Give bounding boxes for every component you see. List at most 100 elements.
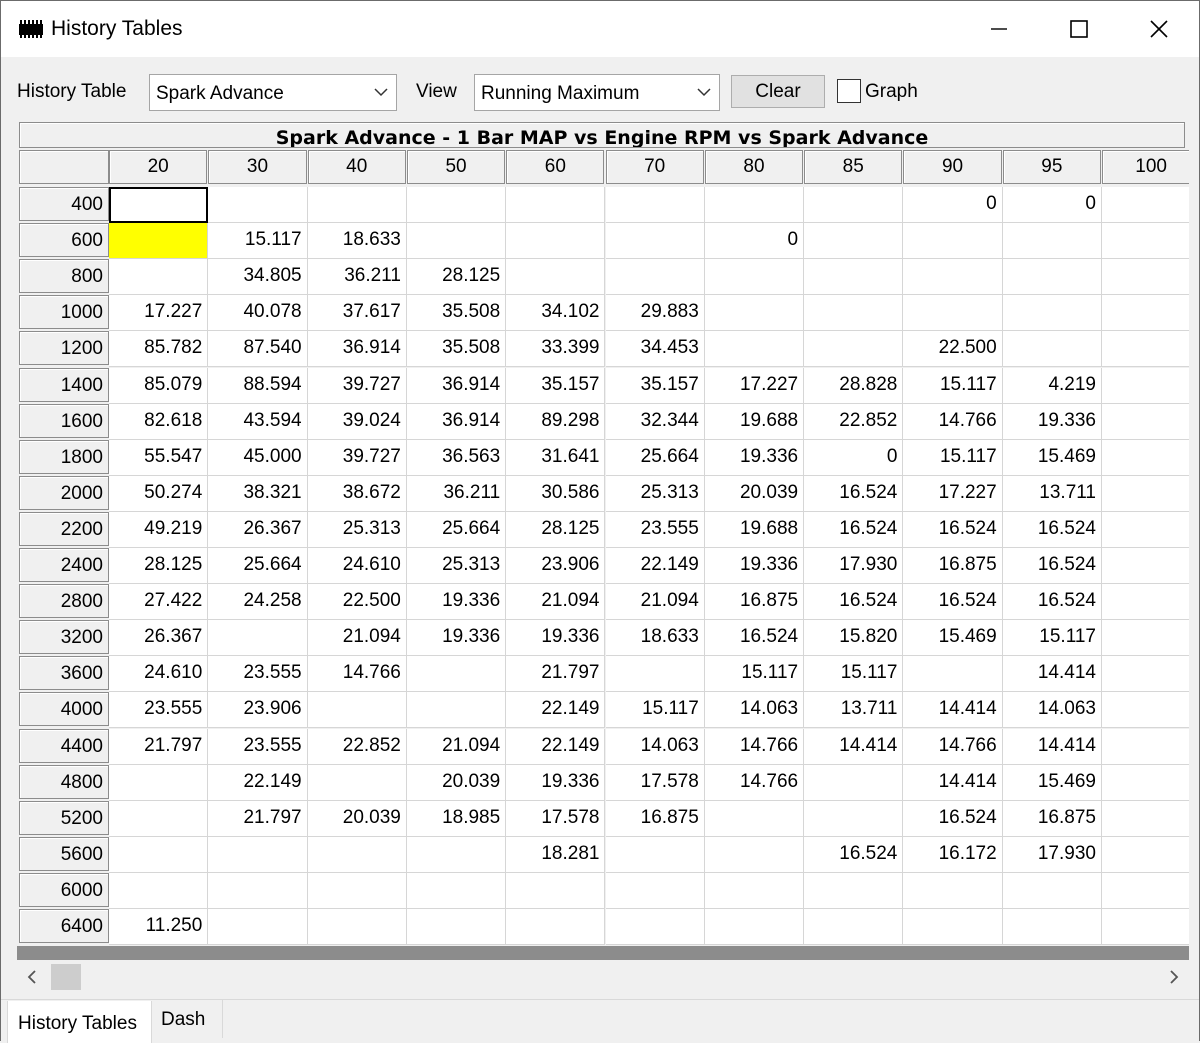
table-cell[interactable]: 15.117	[1002, 620, 1102, 657]
table-cell[interactable]	[208, 872, 308, 909]
table-cell[interactable]: 16.524	[903, 584, 1003, 621]
table-cell[interactable]: 22.852	[307, 728, 407, 765]
table-cell[interactable]: 17.578	[605, 764, 705, 801]
table-cell[interactable]: 20.039	[406, 764, 507, 801]
table-cell[interactable]: 0	[1002, 187, 1102, 224]
table-cell[interactable]: 16.524	[704, 620, 805, 657]
table-cell[interactable]: 35.157	[506, 367, 606, 404]
table-cell[interactable]: 16.524	[903, 800, 1003, 837]
table-cell[interactable]: 31.641	[506, 439, 606, 476]
table-cell[interactable]: 19.336	[704, 548, 805, 585]
table-cell[interactable]: 26.367	[208, 511, 308, 548]
table-cell[interactable]: 16.875	[605, 800, 705, 837]
scroll-thumb[interactable]	[51, 964, 81, 990]
chevron-left-icon[interactable]	[25, 970, 39, 984]
table-cell[interactable]: 50.274	[109, 475, 209, 512]
table-cell[interactable]	[1102, 511, 1189, 548]
table-cell[interactable]: 16.524	[804, 511, 904, 548]
table-cell[interactable]: 14.063	[605, 728, 705, 765]
table-cell[interactable]: 14.766	[704, 764, 805, 801]
table-cell[interactable]	[804, 259, 904, 296]
table-cell[interactable]	[704, 872, 805, 909]
table-cell[interactable]	[1002, 295, 1102, 332]
table-cell[interactable]: 25.313	[406, 548, 507, 585]
table-cell[interactable]	[506, 872, 606, 909]
table-cell[interactable]	[109, 872, 209, 909]
table-cell[interactable]	[109, 764, 209, 801]
table-cell[interactable]: 19.688	[704, 403, 805, 440]
table-cell[interactable]	[1102, 584, 1189, 621]
table-cell[interactable]: 11.250	[109, 909, 209, 946]
table-cell[interactable]: 17.930	[1002, 836, 1102, 873]
horizontal-scrollbar[interactable]	[17, 962, 1189, 992]
table-cell[interactable]: 28.125	[506, 511, 606, 548]
table-cell[interactable]: 55.547	[109, 439, 209, 476]
table-cell[interactable]: 36.914	[406, 403, 507, 440]
table-cell[interactable]: 16.524	[1002, 584, 1102, 621]
table-cell[interactable]	[1102, 331, 1189, 368]
table-cell[interactable]	[903, 223, 1003, 260]
table-cell[interactable]: 40.078	[208, 295, 308, 332]
table-cell[interactable]	[406, 872, 507, 909]
table-cell[interactable]	[307, 909, 407, 946]
table-cell[interactable]: 14.766	[704, 728, 805, 765]
table-cell[interactable]	[208, 909, 308, 946]
table-cell[interactable]	[804, 331, 904, 368]
table-cell[interactable]: 25.664	[406, 511, 507, 548]
table-cell[interactable]	[1102, 295, 1189, 332]
close-button[interactable]	[1119, 1, 1199, 57]
table-cell[interactable]: 36.211	[406, 475, 507, 512]
table-cell[interactable]: 15.469	[1002, 439, 1102, 476]
table-cell[interactable]: 18.985	[406, 800, 507, 837]
table-cell[interactable]: 19.336	[506, 764, 606, 801]
table-cell[interactable]: 13.711	[804, 692, 904, 729]
table-cell[interactable]: 16.524	[1002, 511, 1102, 548]
table-cell[interactable]: 23.555	[605, 511, 705, 548]
table-cell[interactable]	[704, 836, 805, 873]
table-cell[interactable]	[605, 836, 705, 873]
table-cell[interactable]: 34.453	[605, 331, 705, 368]
table-cell[interactable]	[406, 836, 507, 873]
table-cell[interactable]	[109, 259, 209, 296]
table-cell[interactable]: 36.563	[406, 439, 507, 476]
table-cell[interactable]: 39.727	[307, 367, 407, 404]
table-cell[interactable]: 21.797	[506, 656, 606, 693]
table-cell[interactable]: 39.727	[307, 439, 407, 476]
table-cell[interactable]	[804, 223, 904, 260]
table-cell[interactable]	[1102, 259, 1189, 296]
table-cell[interactable]: 15.469	[1002, 764, 1102, 801]
table-cell[interactable]: 15.117	[605, 692, 705, 729]
table-cell[interactable]: 14.766	[903, 403, 1003, 440]
table-cell[interactable]: 24.258	[208, 584, 308, 621]
table-cell[interactable]: 35.157	[605, 367, 705, 404]
table-cell[interactable]: 0	[704, 223, 805, 260]
table-cell[interactable]	[903, 295, 1003, 332]
table-cell[interactable]: 49.219	[109, 511, 209, 548]
table-cell[interactable]	[804, 800, 904, 837]
table-cell[interactable]: 18.633	[307, 223, 407, 260]
table-cell[interactable]: 17.227	[704, 367, 805, 404]
table-cell[interactable]: 38.321	[208, 475, 308, 512]
table-cell[interactable]: 25.313	[307, 511, 407, 548]
table-cell[interactable]	[1102, 403, 1189, 440]
table-cell[interactable]: 14.414	[903, 764, 1003, 801]
table-cell[interactable]: 30.586	[506, 475, 606, 512]
table-cell[interactable]	[605, 259, 705, 296]
table-cell[interactable]	[1102, 656, 1189, 693]
table-cell[interactable]	[506, 187, 606, 224]
table-cell[interactable]	[804, 909, 904, 946]
table-cell[interactable]	[506, 909, 606, 946]
table-cell[interactable]	[903, 872, 1003, 909]
table-cell[interactable]	[406, 656, 507, 693]
table-cell[interactable]	[1102, 187, 1189, 224]
tab-history-tables[interactable]: History Tables	[7, 1001, 152, 1043]
table-cell[interactable]: 14.414	[1002, 656, 1102, 693]
table-cell[interactable]: 14.414	[903, 692, 1003, 729]
table-cell[interactable]: 21.094	[406, 728, 507, 765]
table-cell[interactable]	[1102, 836, 1189, 873]
table-cell[interactable]: 28.828	[804, 367, 904, 404]
table-cell[interactable]	[804, 187, 904, 224]
table-cell[interactable]: 23.555	[208, 656, 308, 693]
table-cell[interactable]	[406, 909, 507, 946]
table-cell[interactable]	[704, 909, 805, 946]
